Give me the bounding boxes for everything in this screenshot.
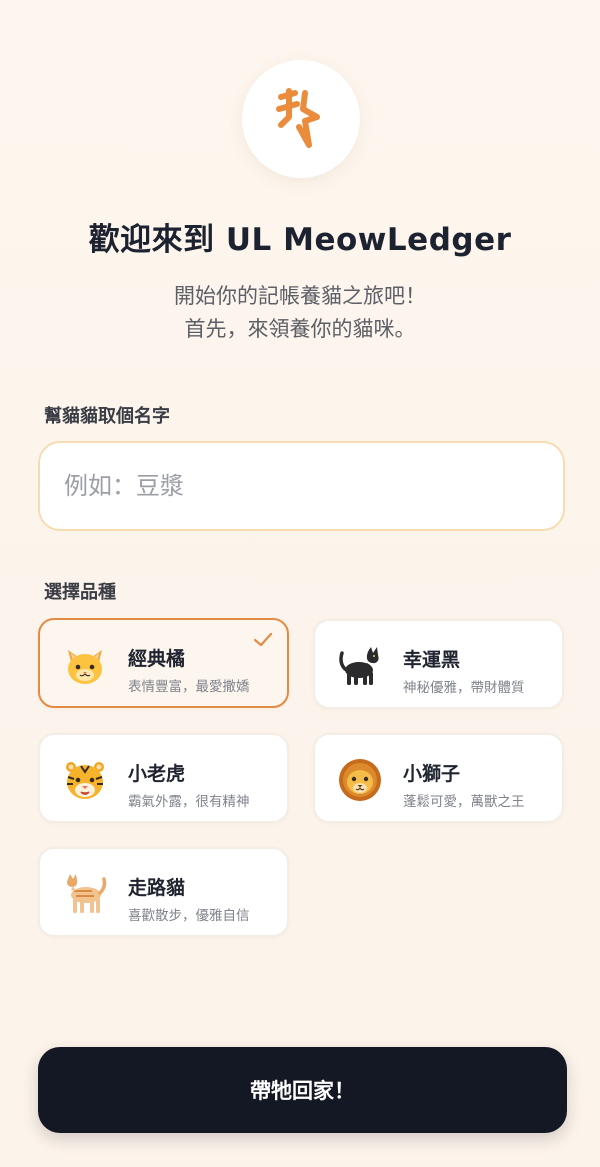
breed-label: 選擇品種 [44, 582, 116, 603]
subtitle-line-1: 開始你的記帳養貓之旅吧！ [174, 284, 426, 308]
cat-face-icon [68, 650, 102, 684]
cat-name-input[interactable] [38, 441, 565, 531]
check-icon [253, 632, 273, 647]
breed-description: 喜歡散步，優雅自信 [128, 908, 250, 924]
breed-name: 幸運黑 [403, 649, 461, 671]
breed-card-classic-orange[interactable]: 經典橘 表情豐富，最愛撒嬌 [38, 618, 289, 708]
subtitle-line-2: 首先，來領養你的貓咪。 [184, 317, 416, 341]
breed-description: 表情豐富，最愛撒嬌 [128, 679, 250, 695]
breed-card-lucky-black[interactable]: 幸運黑 神秘優雅，帶財體質 [313, 619, 564, 709]
onboarding-screen: 歡迎來到 UL MeowLedger 開始你的記帳養貓之旅吧！ 首先，來領養你的… [0, 0, 600, 1167]
breed-card-little-tiger[interactable]: 小老虎 霸氣外露，很有精神 [38, 733, 289, 823]
breed-description: 蓬鬆可愛，萬獸之王 [403, 794, 525, 810]
breed-name: 經典橘 [128, 648, 186, 670]
page-subtitle: 開始你的記帳養貓之旅吧！ 首先，來領養你的貓咪。 [0, 280, 600, 346]
black-cat-icon [339, 647, 379, 685]
breed-name: 小獅子 [403, 763, 461, 785]
page-title: 歡迎來到 UL MeowLedger [88, 222, 512, 258]
cat-name-label: 幫貓貓取個名字 [44, 406, 170, 427]
breed-name: 走路貓 [128, 877, 186, 899]
breed-description: 神秘優雅，帶財體質 [403, 680, 525, 696]
breed-name: 小老虎 [128, 763, 186, 785]
adopt-button[interactable]: 帶牠回家！ [38, 1047, 567, 1133]
logo-badge [242, 60, 360, 178]
breed-card-walking-cat[interactable]: 走路貓 喜歡散步，優雅自信 [38, 847, 289, 937]
brand-mark-icon [276, 88, 320, 148]
breed-card-little-lion[interactable]: 小獅子 蓬鬆可愛，萬獸之王 [313, 733, 564, 823]
walking-cat-icon [67, 874, 107, 913]
breed-description: 霸氣外露，很有精神 [128, 794, 250, 810]
tiger-face-icon [66, 762, 104, 799]
lion-face-icon [339, 759, 381, 801]
